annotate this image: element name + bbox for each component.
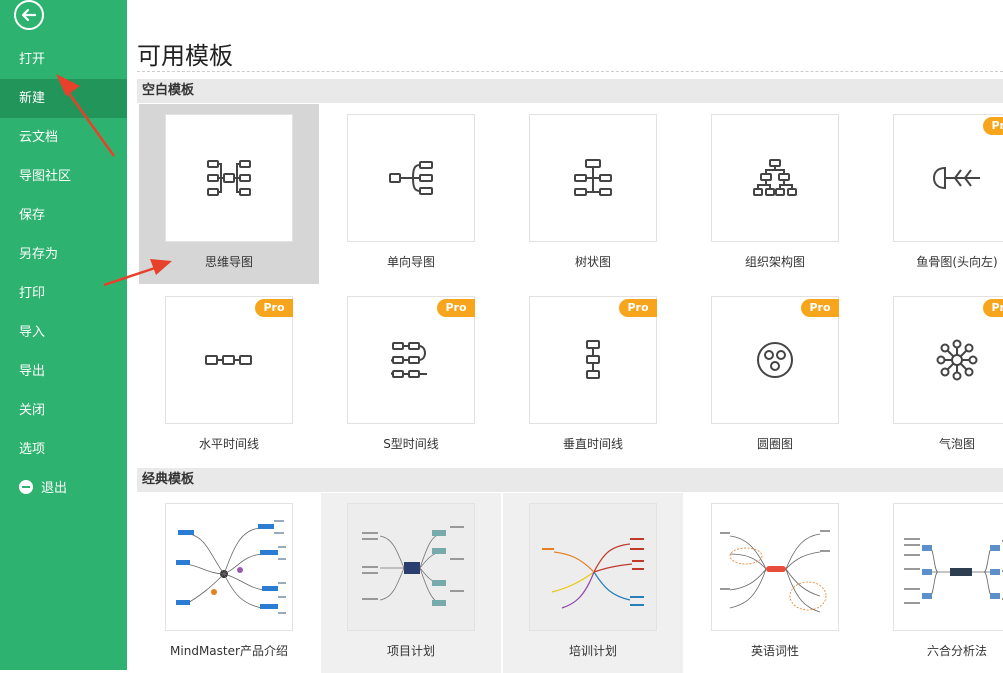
- pro-badge: Pro: [437, 299, 475, 317]
- template-thumbnail: [347, 503, 475, 631]
- template-org-chart[interactable]: 组织架构图: [685, 104, 865, 284]
- template-thumbnail: Pro: [893, 114, 1003, 242]
- template-label: 鱼骨图(头向左): [916, 255, 998, 269]
- analysis-preview-image: [904, 538, 1003, 604]
- menu-item-cloud-docs[interactable]: 云文档: [0, 118, 127, 157]
- vertical-timeline-icon: [586, 340, 600, 379]
- template-label: 培训计划: [568, 644, 617, 658]
- menu-item-exit[interactable]: 退出: [0, 469, 127, 508]
- bubble-map-icon: [936, 339, 978, 381]
- template-label: 垂直时间线: [562, 437, 623, 451]
- training-plan-preview-image: [542, 538, 644, 609]
- template-thumbnail: Pro: [529, 296, 657, 424]
- pro-badge: Pro: [801, 299, 839, 317]
- mindmap-icon: [207, 160, 251, 196]
- template-vertical-timeline[interactable]: Pro 垂直时间线: [503, 286, 683, 466]
- menu-item-import[interactable]: 导入: [0, 313, 127, 352]
- pro-badge: Pro: [983, 299, 1003, 317]
- template-tree-map[interactable]: 树状图: [503, 104, 683, 284]
- back-arrow-icon[interactable]: [14, 0, 44, 30]
- template-thumbnail: [711, 503, 839, 631]
- fishbone-icon: [933, 166, 980, 190]
- template-thumbnail: [529, 503, 657, 631]
- menu-item-options[interactable]: 选项: [0, 430, 127, 469]
- divider: [137, 71, 1003, 72]
- template-horizontal-timeline[interactable]: Pro 水平时间线: [139, 286, 319, 466]
- template-label: 圆圈图: [756, 437, 793, 451]
- template-thumbnail: Pro: [893, 296, 1003, 424]
- file-menu: 打开 新建 云文档 导图社区 保存 另存为 打印 导入 导出 关闭 选项 退出: [0, 40, 127, 508]
- template-thumbnail: Pro: [347, 296, 475, 424]
- template-thumbnail: [165, 503, 293, 631]
- template-six-hats-analysis[interactable]: 六合分析法: [867, 493, 1003, 673]
- menu-item-export[interactable]: 导出: [0, 352, 127, 391]
- template-label: 英语词性: [750, 644, 799, 658]
- template-thumbnail: [711, 114, 839, 242]
- menu-item-new[interactable]: 新建: [0, 79, 127, 118]
- sidebar: 打开 新建 云文档 导图社区 保存 另存为 打印 导入 导出 关闭 选项 退出: [0, 0, 127, 670]
- pro-badge: Pro: [983, 117, 1003, 135]
- template-thumbnail: [893, 503, 1003, 631]
- template-label: 单向导图: [386, 255, 435, 269]
- english-preview-image: [720, 530, 830, 613]
- template-fishbone[interactable]: Pro 鱼骨图(头向左): [867, 104, 1003, 284]
- template-s-timeline[interactable]: Pro S型时间线: [321, 286, 501, 466]
- pro-badge: Pro: [619, 299, 657, 317]
- template-label: 水平时间线: [198, 437, 259, 451]
- template-label: 树状图: [574, 255, 611, 269]
- template-project-plan[interactable]: 项目计划: [321, 493, 501, 673]
- tree-map-icon: [574, 159, 612, 196]
- template-right-map[interactable]: 单向导图: [321, 104, 501, 284]
- template-label: 气泡图: [938, 437, 975, 451]
- menu-item-open[interactable]: 打开: [0, 40, 127, 79]
- menu-item-close[interactable]: 关闭: [0, 391, 127, 430]
- exit-icon: [19, 480, 33, 494]
- section-header-classic: 经典模板: [137, 468, 1003, 492]
- template-mindmaster-intro[interactable]: MindMaster产品介绍: [139, 493, 319, 673]
- mindmap-preview-image: [176, 520, 286, 614]
- menu-item-save[interactable]: 保存: [0, 196, 127, 235]
- menu-item-exit-label: 退出: [41, 481, 68, 496]
- main-panel: 可用模板 空白模板 思维导图 单向导图 树状图 组织架构图 Pr 鱼骨图(头向左…: [127, 0, 1003, 673]
- s-timeline-icon: [391, 342, 427, 378]
- template-label: S型时间线: [383, 437, 439, 451]
- org-chart-icon: [753, 159, 797, 196]
- template-training-plan[interactable]: 培训计划: [503, 493, 683, 673]
- template-label: MindMaster产品介绍: [170, 644, 288, 658]
- right-map-icon: [389, 161, 433, 195]
- template-thumbnail: [165, 114, 293, 242]
- horizontal-timeline-icon: [205, 355, 252, 365]
- menu-item-save-as[interactable]: 另存为: [0, 235, 127, 274]
- pro-badge: Pro: [255, 299, 293, 317]
- page-title: 可用模板: [137, 42, 233, 70]
- template-label: 组织架构图: [744, 255, 805, 269]
- template-label: 六合分析法: [926, 644, 987, 658]
- section-header-blank: 空白模板: [137, 79, 1003, 103]
- template-thumbnail: Pro: [711, 296, 839, 424]
- template-thumbnail: [529, 114, 657, 242]
- circle-map-icon: [757, 342, 793, 378]
- template-label: 思维导图: [204, 255, 253, 269]
- template-label: 项目计划: [386, 644, 435, 658]
- template-thumbnail: [347, 114, 475, 242]
- template-mindmap[interactable]: 思维导图: [139, 104, 319, 284]
- template-thumbnail: Pro: [165, 296, 293, 424]
- template-bubble-map[interactable]: Pro 气泡图: [867, 286, 1003, 466]
- template-english-parts-of-speech[interactable]: 英语词性: [685, 493, 865, 673]
- project-plan-preview-image: [362, 526, 464, 606]
- menu-item-community[interactable]: 导图社区: [0, 157, 127, 196]
- template-circle-map[interactable]: Pro 圆圈图: [685, 286, 865, 466]
- menu-item-print[interactable]: 打印: [0, 274, 127, 313]
